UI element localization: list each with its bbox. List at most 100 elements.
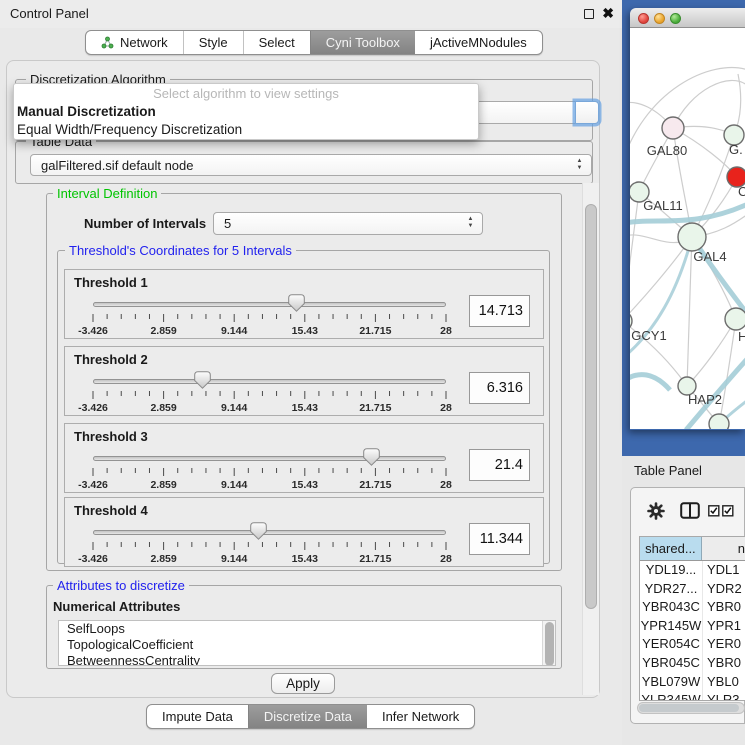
apply-button[interactable]: Apply <box>271 673 335 694</box>
panel-scrollbar-thumb[interactable] <box>585 204 597 609</box>
split-columns-icon[interactable] <box>680 502 700 519</box>
thresholds-group-label: Threshold's Coordinates for 5 Intervals <box>65 243 296 258</box>
numerical-attributes-list[interactable]: SelfLoopsTopologicalCoefficientBetweenne… <box>58 620 556 666</box>
table-row[interactable]: YBR043CYBR0 <box>640 598 745 617</box>
number-of-intervals-combobox[interactable]: 5 ▲▼ <box>213 212 483 235</box>
table-cell[interactable]: YBR045C <box>640 654 703 673</box>
table-cell[interactable]: YLR3 <box>703 691 745 701</box>
algorithm-option-equal-width-frequency-discretization[interactable]: Equal Width/Frequency Discretization <box>14 121 478 139</box>
tab-label: jActiveMNodules <box>430 31 527 54</box>
table-cell[interactable]: YER0 <box>703 635 745 654</box>
table-cell[interactable]: YPR145W <box>640 617 703 636</box>
threshold-slider-track[interactable] <box>93 379 446 384</box>
attributes-scrollbar[interactable] <box>542 621 555 665</box>
tick-label: 9.144 <box>221 553 247 565</box>
tick-label: 21.715 <box>359 325 391 337</box>
table-cell[interactable]: YDL19... <box>640 561 703 580</box>
stepper-arrows-icon[interactable]: ▲▼ <box>466 216 475 230</box>
column-header-name[interactable]: n <box>702 537 745 560</box>
tab-style[interactable]: Style <box>183 31 243 54</box>
threshold-value-field[interactable] <box>469 295 530 327</box>
table-cell[interactable]: YER054C <box>640 635 703 654</box>
tab-impute-data[interactable]: Impute Data <box>147 705 248 728</box>
table-row[interactable]: YPR145WYPR1 <box>640 617 745 636</box>
tick-label: -3.426 <box>78 402 108 414</box>
tick-label: 15.43 <box>292 553 318 565</box>
number-of-intervals-value: 5 <box>224 213 231 234</box>
table-cell[interactable]: YBR0 <box>703 598 745 617</box>
gear-icon[interactable] <box>647 502 665 520</box>
algorithm-options: Manual DiscretizationEqual Width/Frequen… <box>14 103 478 139</box>
attributes-group-label: Attributes to discretize <box>53 578 189 593</box>
threshold-3-box: Threshold 3-3.4262.8599.14415.4321.71528 <box>64 423 544 493</box>
float-window-icon[interactable] <box>584 9 594 19</box>
node-label: G. <box>729 142 743 157</box>
tab-infer-network[interactable]: Infer Network <box>367 705 474 728</box>
tab-label: Infer Network <box>382 705 459 728</box>
tab-discretize-data[interactable]: Discretize Data <box>248 705 367 728</box>
table-row[interactable]: YER054CYER0 <box>640 635 745 654</box>
threshold-title: Threshold 2 <box>74 352 148 367</box>
tab-network[interactable]: Network <box>86 31 183 54</box>
threshold-slider-track[interactable] <box>93 302 446 307</box>
network-edge <box>692 135 734 237</box>
attributes-scrollbar-thumb[interactable] <box>545 622 554 666</box>
threshold-slider-thumb[interactable] <box>250 522 267 540</box>
attribute-item-selfloops[interactable]: SelfLoops <box>59 621 555 637</box>
table-cell[interactable]: YDL1 <box>703 561 745 580</box>
tick-label: 21.715 <box>359 553 391 565</box>
table-row[interactable]: YBL079WYBL0 <box>640 673 745 692</box>
table-cell[interactable]: YDR27... <box>640 580 703 599</box>
table-row[interactable]: YDR27...YDR2 <box>640 580 745 599</box>
threshold-slider-thumb[interactable] <box>363 448 380 466</box>
attribute-item-betweennesscentrality[interactable]: BetweennessCentrality <box>59 653 555 666</box>
table-row[interactable]: YBR045CYBR0 <box>640 654 745 673</box>
tab-select[interactable]: Select <box>243 31 310 54</box>
network-window-titlebar[interactable] <box>630 8 745 28</box>
table-cell[interactable]: YDR2 <box>703 580 745 599</box>
combobox-focus-cap[interactable] <box>575 101 599 124</box>
threshold-value-field[interactable] <box>469 449 530 481</box>
number-of-intervals-label: Number of Intervals <box>84 216 206 231</box>
network-node-8[interactable] <box>709 414 729 429</box>
table-row[interactable]: YLR345WYLR3 <box>640 691 745 701</box>
close-traffic-light-icon[interactable] <box>638 13 649 24</box>
column-header-shared-name[interactable]: shared... <box>640 537 702 560</box>
threshold-slider-track[interactable] <box>93 530 446 535</box>
threshold-value-field[interactable] <box>469 523 530 555</box>
table-cell[interactable]: YBL079W <box>640 673 703 692</box>
checkbox-filters-icon[interactable] <box>708 505 734 517</box>
table-cell[interactable]: YBR043C <box>640 598 703 617</box>
right-region: GAL80G.CGAL11GAL4GCY1HHAP2 Table Panel <box>622 0 745 745</box>
tick-label: -3.426 <box>78 553 108 565</box>
network-canvas[interactable]: GAL80G.CGAL11GAL4GCY1HHAP2 <box>630 28 745 429</box>
table-cell[interactable]: YLR345W <box>640 691 703 701</box>
tab-cyni-toolbox[interactable]: Cyni Toolbox <box>310 31 415 54</box>
threshold-slider-thumb[interactable] <box>288 294 305 312</box>
attribute-item-topologicalcoefficient[interactable]: TopologicalCoefficient <box>59 637 555 653</box>
close-icon[interactable]: ✖ <box>602 5 614 22</box>
tick-label: 9.144 <box>221 479 247 491</box>
panel-scrollbar[interactable] <box>582 183 599 695</box>
network-edge <box>687 319 736 386</box>
zoom-traffic-light-icon[interactable] <box>670 13 681 24</box>
table-cell[interactable]: YBR0 <box>703 654 745 673</box>
minimize-traffic-light-icon[interactable] <box>654 13 665 24</box>
threshold-slider-track[interactable] <box>93 456 446 461</box>
threshold-value-field[interactable] <box>469 372 530 404</box>
threshold-4-box: Threshold 4-3.4262.8599.14415.4321.71528 <box>64 497 544 567</box>
network-node-gal80[interactable] <box>662 117 684 139</box>
network-node-gal4[interactable] <box>678 223 706 251</box>
table-hscrollbar-thumb[interactable] <box>639 704 739 712</box>
network-node-h[interactable] <box>725 308 745 330</box>
table-cell[interactable]: YBL0 <box>703 673 745 692</box>
algorithm-option-manual-discretization[interactable]: Manual Discretization <box>14 103 478 121</box>
table-hscrollbar[interactable] <box>637 702 745 714</box>
table-data-combobox[interactable]: galFiltered.sif default node ▲▼ <box>30 154 592 176</box>
table-cell[interactable]: YPR1 <box>703 617 745 636</box>
table-row[interactable]: YDL19...YDL1 <box>640 561 745 580</box>
threshold-slider-thumb[interactable] <box>194 371 211 389</box>
tab-jactivemnodules[interactable]: jActiveMNodules <box>415 31 542 54</box>
stepper-arrows-icon[interactable]: ▲▼ <box>575 158 584 172</box>
table-data-value: galFiltered.sif default node <box>41 155 193 176</box>
